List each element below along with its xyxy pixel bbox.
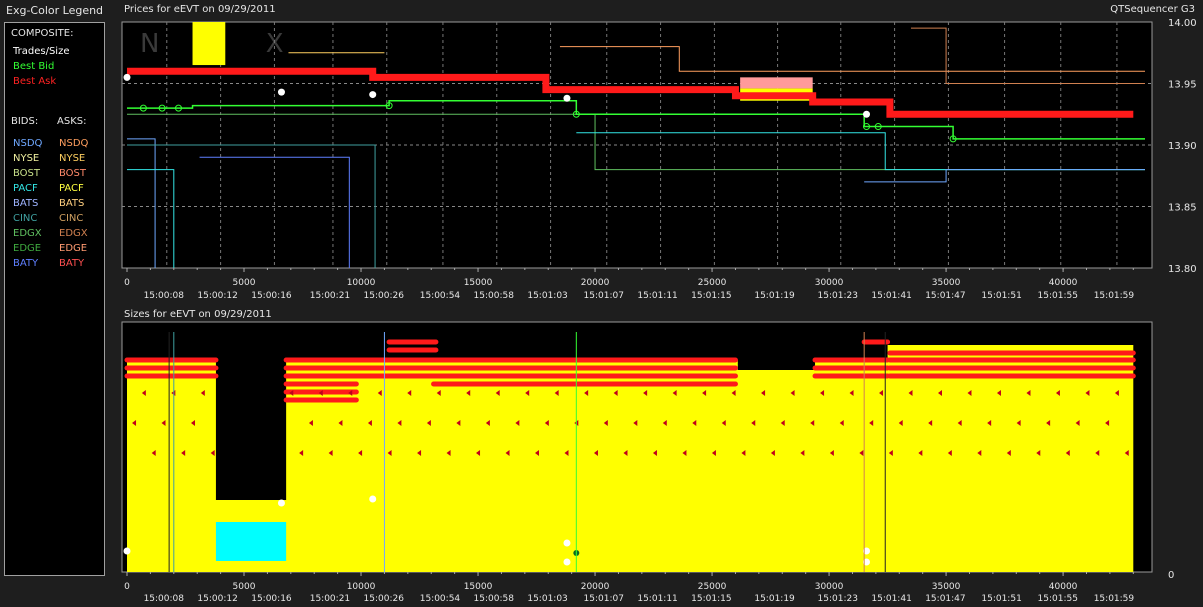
price-trade-point [123,73,131,81]
price-pink-block [740,77,813,89]
price-time-label: 15:00:58 [474,291,515,301]
price-xtick-label: 15000 [464,278,493,288]
price-chart: N A X14.0013.9513.9013.8513.800500010000… [121,18,1197,301]
price-time-label: 15:00:08 [144,291,185,301]
price-time-label: 15:01:15 [691,291,731,301]
size-xtick-label: 40000 [1049,582,1078,592]
price-ytick-label: 13.85 [1168,203,1197,214]
price-ytick-label: 13.95 [1168,80,1197,91]
size-xtick-label: 20000 [581,582,610,592]
size-xtick-label: 25000 [698,582,727,592]
price-ytick-label: 14.00 [1168,18,1197,29]
size-time-label: 15:01:59 [1094,594,1135,604]
price-ytick-label: 13.80 [1168,264,1197,275]
price-trade-point [369,91,377,99]
price-xtick-label: 0 [124,278,130,288]
size-trade-point [369,495,377,503]
price-yellow-block [192,22,226,66]
size-xtick-label: 35000 [932,582,961,592]
size-xtick-label: 15000 [464,582,493,592]
price-time-label: 15:00:54 [420,291,461,301]
price-time-label: 15:01:47 [925,291,965,301]
size-xtick-label: 10000 [347,582,376,592]
size-time-label: 15:00:54 [420,594,461,604]
size-time-label: 15:00:26 [364,594,405,604]
size-chart: 0 0 5000 10000 15000 20000 25000 30000 35000 4000… [121,321,1174,604]
size-time-label: 15:00:58 [474,594,515,604]
price-xtick-label: 5000 [233,278,256,288]
size-xtick-label: 30000 [815,582,844,592]
size-time-label: 15:01:03 [527,594,567,604]
price-xtick-label: 20000 [581,278,610,288]
price-xtick-label: 40000 [1049,278,1078,288]
price-trade-point [277,88,285,96]
price-time-label: 15:00:12 [197,291,237,301]
price-time-label: 15:01:55 [1038,291,1078,301]
price-time-label: 15:01:51 [981,291,1021,301]
size-trade-point [563,558,571,566]
size-time-label: 15:01:23 [818,594,858,604]
price-xtick-label: 25000 [698,278,727,288]
size-time-label: 15:01:41 [871,594,911,604]
price-time-label: 15:00:16 [251,291,292,301]
price-time-label: 15:01:59 [1094,291,1135,301]
size-trade-point [563,539,571,547]
size-xtick-label: 5000 [233,582,256,592]
price-time-label: 15:01:11 [637,291,677,301]
price-time-label: 15:00:21 [310,291,350,301]
price-time-label: 15:01:23 [818,291,858,301]
price-time-label: 15:01:41 [871,291,911,301]
price-xtick-label: 10000 [347,278,376,288]
size-ytick-label: 0 [1168,570,1174,581]
size-time-label: 15:00:21 [310,594,350,604]
price-time-label: 15:01:03 [527,291,567,301]
size-time-label: 15:00:08 [144,594,185,604]
size-time-label: 15:01:19 [754,594,795,604]
price-xtick-label: 30000 [815,278,844,288]
price-time-label: 15:01:19 [754,291,795,301]
size-trade-point [123,547,131,555]
price-ytick-label: 13.90 [1168,141,1197,152]
price-trade-point [863,110,871,118]
size-time-label: 15:01:07 [584,594,624,604]
size-time-label: 15:01:51 [981,594,1021,604]
size-time-label: 15:01:15 [691,594,731,604]
size-cyan-block [215,522,287,561]
price-time-label: 15:01:07 [584,291,624,301]
price-trade-point [563,94,571,102]
size-trade-point [277,499,285,507]
size-time-label: 15:00:16 [251,594,292,604]
size-time-label: 15:01:47 [925,594,965,604]
size-time-label: 15:01:11 [637,594,677,604]
size-time-label: 15:00:12 [197,594,237,604]
size-xtick-label: 0 [124,582,130,592]
size-time-label: 15:01:55 [1038,594,1078,604]
price-xtick-label: 35000 [932,278,961,288]
price-time-label: 15:00:26 [364,291,405,301]
